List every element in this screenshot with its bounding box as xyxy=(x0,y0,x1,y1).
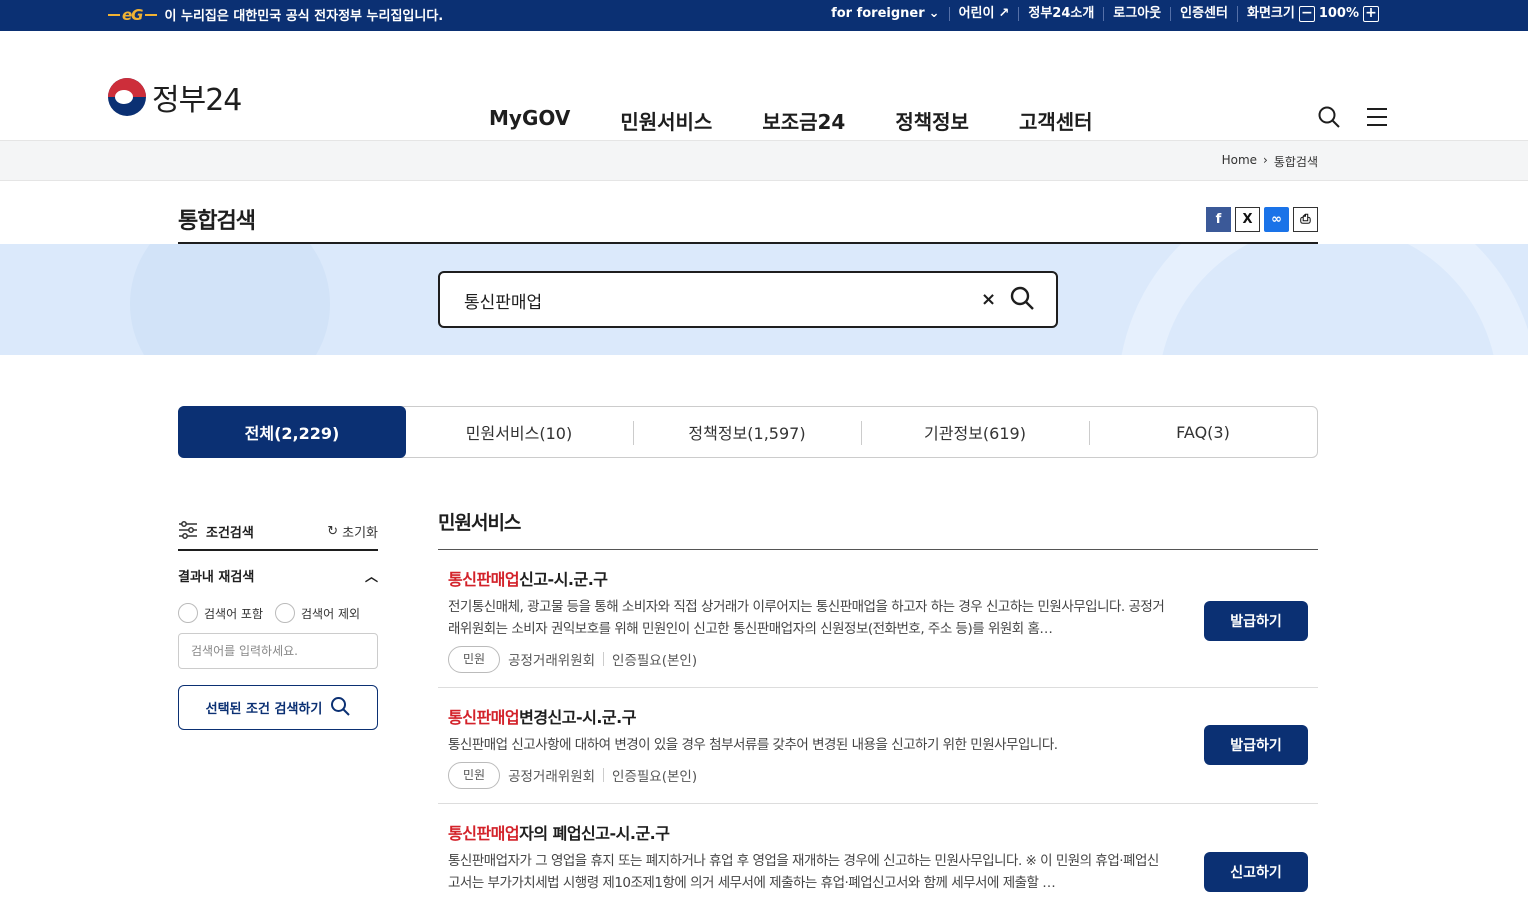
clear-icon[interactable]: × xyxy=(981,289,996,310)
tab-policy-info[interactable]: 정책정보(1,597) xyxy=(633,407,861,457)
result-meta: 민원 공정거래위원회 인증필요(본인) xyxy=(448,761,1168,789)
zoom-level: 100% xyxy=(1318,6,1359,21)
site-header: 정부24 MyGOV 민원서비스 보조금24 정책정보 고객센터 xyxy=(0,31,1528,141)
zoom-in-button[interactable]: + xyxy=(1363,6,1379,22)
search-submit-icon[interactable] xyxy=(1010,286,1034,314)
type-badge: 민원 xyxy=(448,645,501,673)
page-title: 통합검색 xyxy=(178,209,256,234)
result-item: 통신판매업변경신고-시.군.구 통신판매업 신고사항에 대하여 변경이 있을 경… xyxy=(438,688,1318,804)
filter-header: 조건검색 ↻ 초기화 xyxy=(178,514,378,551)
kids-link[interactable]: 어린이 ↗ xyxy=(948,6,1019,21)
facebook-icon[interactable]: f xyxy=(1206,207,1231,232)
egov-logo-icon: eG xyxy=(108,6,157,24)
search-box: × xyxy=(438,271,1058,328)
result-auth: 인증필요(본인) xyxy=(612,769,698,785)
type-badge: 민원 xyxy=(448,761,501,789)
result-description: 전기통신매체, 광고물 등을 통해 소비자와 직접 상거래가 이루어지는 통신판… xyxy=(448,599,1165,637)
refresh-icon: ↻ xyxy=(327,524,339,539)
gov-notice-bar: eG 이 누리집은 대한민국 공식 전자정부 누리집입니다. for forei… xyxy=(0,0,1528,31)
result-title[interactable]: 통신판매업자의 폐업신고-시.군.구 xyxy=(448,820,1168,844)
chevron-up-icon: ︿ xyxy=(364,570,378,585)
result-description: 통신판매업 신고사항에 대하여 변경이 있을 경우 첨부서류를 갖추어 변경된 … xyxy=(448,737,1058,753)
result-meta: 민원 공정거래위원회 인증필요(본인) xyxy=(448,645,1168,673)
result-title[interactable]: 통신판매업신고-시.군.구 xyxy=(448,566,1168,590)
result-tabs: 전체(2,229) 민원서비스(10) 정책정보(1,597) 기관정보(619… xyxy=(178,406,1318,458)
cert-center-link[interactable]: 인증센터 xyxy=(1170,7,1237,21)
tab-all[interactable]: 전체(2,229) xyxy=(178,406,406,458)
report-button[interactable]: 신고하기 xyxy=(1204,852,1308,892)
chevron-right-icon: › xyxy=(1263,153,1268,167)
main-nav: MyGOV 민원서비스 보조금24 정책정보 고객센터 xyxy=(489,106,1093,135)
gov24-logo[interactable]: 정부24 xyxy=(108,75,242,119)
logo-text: 정부24 xyxy=(152,83,242,118)
nav-policy-info[interactable]: 정책정보 xyxy=(895,106,969,135)
result-org: 공정거래위원회 xyxy=(508,769,596,785)
refine-keyword-input[interactable] xyxy=(178,633,378,669)
header-icons xyxy=(1318,106,1388,132)
taegeuk-logo-icon xyxy=(108,78,146,116)
page-title-row: 통합검색 f X ∞ ⎙ xyxy=(178,181,1318,244)
tab-civil-service[interactable]: 민원서비스(10) xyxy=(405,407,633,457)
issue-button[interactable]: 발급하기 xyxy=(1204,725,1308,765)
filter-sidebar: 조건검색 ↻ 초기화 결과내 재검색 ︿ 검색어 포함 검색어 제외 선택된 조… xyxy=(178,514,378,730)
result-auth: 인증필요(본인) xyxy=(612,653,698,669)
nav-customer-center[interactable]: 고객센터 xyxy=(1019,106,1093,135)
results-section-title: 민원서비스 xyxy=(438,508,1318,550)
result-item: 통신판매업신고-시.군.구 전기통신매체, 광고물 등을 통해 소비자와 직접 … xyxy=(438,550,1318,688)
nav-civil-service[interactable]: 민원서비스 xyxy=(620,106,712,135)
result-title[interactable]: 통신판매업변경신고-시.군.구 xyxy=(448,704,1168,728)
share-tools: f X ∞ ⎙ xyxy=(1206,207,1318,232)
reset-button[interactable]: ↻ 초기화 xyxy=(327,522,378,541)
nav-subsidy24[interactable]: 보조금24 xyxy=(762,106,845,135)
gov-notice: eG 이 누리집은 대한민국 공식 전자정부 누리집입니다. xyxy=(108,5,444,25)
search-icon xyxy=(330,696,351,720)
logout-link[interactable]: 로그아웃 xyxy=(1103,7,1170,21)
print-icon[interactable]: ⎙ xyxy=(1293,207,1318,232)
breadcrumb-home[interactable]: Home xyxy=(1222,153,1257,170)
chevron-down-icon: ⌄ xyxy=(928,6,940,21)
tab-agency-info[interactable]: 기관정보(619) xyxy=(861,407,1089,457)
refine-search-toggle[interactable]: 결과내 재검색 ︿ xyxy=(178,566,378,585)
zoom-out-button[interactable]: − xyxy=(1298,6,1315,22)
filter-sliders-icon xyxy=(178,520,198,543)
issue-button[interactable]: 발급하기 xyxy=(1204,601,1308,641)
result-item: 통신판매업자의 폐업신고-시.군.구 통신판매업자가 그 영업을 휴지 또는 폐… xyxy=(438,804,1318,914)
tab-faq[interactable]: FAQ(3) xyxy=(1089,407,1317,457)
breadcrumb-current: 통합검색 xyxy=(1273,155,1318,169)
include-radio[interactable]: 검색어 포함 xyxy=(178,603,263,623)
notice-text: 이 누리집은 대한민국 공식 전자정부 누리집입니다. xyxy=(164,9,444,24)
menu-icon[interactable] xyxy=(1366,107,1388,131)
refine-options: 검색어 포함 검색어 제외 xyxy=(178,603,378,623)
search-icon[interactable] xyxy=(1318,106,1340,132)
link-copy-icon[interactable]: ∞ xyxy=(1264,207,1289,232)
foreigner-link[interactable]: for foreigner ⌄ xyxy=(822,7,949,21)
search-input[interactable] xyxy=(464,287,944,313)
breadcrumb-bar: Home › 통합검색 xyxy=(0,141,1528,181)
result-description: 통신판매업자가 그 영업을 휴지 또는 폐지하거나 휴업 후 영업을 재개하는 … xyxy=(448,853,1159,891)
result-org: 공정거래위원회 xyxy=(508,653,596,669)
breadcrumb: Home › 통합검색 xyxy=(1222,153,1318,170)
exclude-radio[interactable]: 검색어 제외 xyxy=(275,603,360,623)
search-hero: × xyxy=(0,244,1528,355)
filter-title: 조건검색 xyxy=(206,526,254,541)
utility-menu: for foreigner ⌄ 어린이 ↗ 정부24소개 로그아웃 인증센터 화면크… xyxy=(822,6,1388,22)
x-twitter-icon[interactable]: X xyxy=(1235,207,1260,232)
screen-size-control: 화면크기 − 100% + xyxy=(1236,6,1388,22)
apply-filter-button[interactable]: 선택된 조건 검색하기 xyxy=(178,685,378,730)
external-link-icon: ↗ xyxy=(998,6,1010,21)
nav-mygov[interactable]: MyGOV xyxy=(489,106,570,135)
about-link[interactable]: 정부24소개 xyxy=(1018,7,1103,21)
search-results: 민원서비스 통신판매업신고-시.군.구 전기통신매체, 광고물 등을 통해 소비… xyxy=(438,508,1318,914)
